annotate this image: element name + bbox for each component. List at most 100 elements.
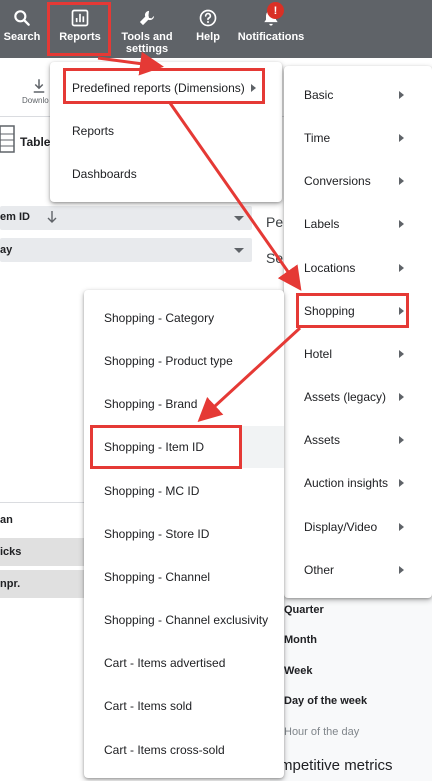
table-view-icon [0,125,15,153]
chevron-right-icon [399,566,404,574]
day-dropdown-label: ay [0,244,13,256]
category-labels[interactable]: Labels [284,209,432,239]
menu-item-label: Reports [72,124,115,138]
category-locations[interactable]: Locations [284,253,432,283]
time-month[interactable]: Month [284,634,317,646]
category-conversions[interactable]: Conversions [284,166,432,196]
search-icon [14,10,30,26]
menu-item-label: Predefined reports (Dimensions) [72,81,245,95]
dimension-categories-menu: Basic Time Conversions Labels Locations … [284,66,432,598]
menu-item-label: Locations [304,261,356,275]
category-shopping[interactable]: Shopping [284,296,432,326]
panel-heading-pe: Pe [266,214,284,230]
clicks-row-label: icks [0,546,22,558]
item-id-dropdown-caret-icon [234,216,244,221]
reports-icon [71,9,89,27]
chevron-right-icon [399,91,404,99]
chevron-right-icon [399,220,404,228]
menu-item-label: Cart - Items sold [104,699,193,713]
impressions-row-label: npr. [0,578,21,590]
shopping-channel[interactable]: Shopping - Channel [84,563,284,591]
cart-items-advertised[interactable]: Cart - Items advertised [84,649,284,677]
reports-label: Reports [59,31,101,43]
reports-menu: Predefined reports (Dimensions) Reports … [50,62,282,202]
chevron-right-icon [399,523,404,531]
notifications-button[interactable]: Notifications ! [236,0,306,58]
cart-items-cross-sold[interactable]: Cart - Items cross-sold [84,736,284,764]
sort-down-icon [47,211,57,223]
chevron-right-icon [399,177,404,185]
help-icon [199,9,217,27]
download-icon[interactable] [30,77,48,95]
menu-item-label: Shopping - Store ID [104,527,210,541]
category-basic[interactable]: Basic [284,80,432,110]
notification-badge: ! [267,2,284,19]
category-assets[interactable]: Assets [284,425,432,455]
cart-items-sold[interactable]: Cart - Items sold [84,692,284,720]
menu-item-label: Shopping [304,304,355,318]
shopping-product-type[interactable]: Shopping - Product type [84,347,284,375]
category-display-video[interactable]: Display/Video [284,512,432,542]
menu-item-label: Dashboards [72,167,137,181]
category-other[interactable]: Other [284,555,432,585]
tools-and-settings-label: Tools and settings [121,31,173,55]
search-button[interactable]: Search [0,0,44,58]
shopping-brand[interactable]: Shopping - Brand [84,390,284,418]
help-label: Help [196,31,220,43]
competitive-metrics-heading: mpetitive metrics [280,757,393,774]
menu-item-label: Assets [304,433,341,447]
time-hour-of-day[interactable]: Hour of the day [284,726,359,738]
menu-item-label: Shopping - Channel [104,570,211,584]
menu-item-predefined-reports[interactable]: Predefined reports (Dimensions) [50,74,282,102]
panel-heading-se: Se [266,250,284,266]
menu-item-reports[interactable]: Reports [50,117,282,145]
top-navigation-bar: Search Reports Tools and settings Help N… [0,0,432,58]
day-dropdown[interactable] [0,238,252,262]
category-hotel[interactable]: Hotel [284,339,432,369]
menu-item-label: Other [304,563,335,577]
menu-item-label: Labels [304,217,340,231]
menu-item-label: Shopping - MC ID [104,484,200,498]
wrench-icon [139,10,155,26]
chevron-right-icon [399,436,404,444]
menu-item-label: Shopping - Channel exclusivity [104,613,269,627]
chevron-right-icon [399,479,404,487]
category-time[interactable]: Time [284,123,432,153]
chevron-right-icon [399,134,404,142]
notifications-label: Notifications [237,31,305,43]
time-quarter[interactable]: Quarter [284,604,324,616]
chevron-right-icon [251,84,256,92]
item-id-dropdown[interactable] [0,206,252,230]
category-assets-legacy[interactable]: Assets (legacy) [284,382,432,412]
table-divider [0,502,84,503]
menu-item-label: Cart - Items advertised [104,656,226,670]
shopping-item-id[interactable]: Shopping - Item ID [84,433,284,461]
shopping-category[interactable]: Shopping - Category [84,304,284,332]
shopping-store-id[interactable]: Shopping - Store ID [84,520,284,548]
shopping-mc-id[interactable]: Shopping - MC ID [84,477,284,505]
menu-item-label: Hotel [304,347,333,361]
menu-item-label: Shopping - Category [104,311,215,325]
search-label: Search [3,31,41,43]
chevron-right-icon [399,350,404,358]
help-button[interactable]: Help [186,0,230,58]
column-an: an [0,514,13,526]
menu-item-label: Assets (legacy) [304,390,387,404]
menu-item-label: Auction insights [304,476,389,490]
tools-and-settings-button[interactable]: Tools and settings [116,0,178,58]
menu-item-label: Shopping - Product type [104,354,233,368]
category-auction-insights[interactable]: Auction insights [284,468,432,498]
menu-item-dashboards[interactable]: Dashboards [50,160,282,188]
time-week[interactable]: Week [284,665,313,677]
menu-item-label: Shopping - Item ID [104,440,205,454]
shopping-channel-exclusivity[interactable]: Shopping - Channel exclusivity [84,606,284,634]
shopping-submenu: Shopping - Category Shopping - Product t… [84,290,284,778]
menu-item-label: Time [304,131,331,145]
download-label: Downlo [22,96,49,105]
time-day-of-week[interactable]: Day of the week [284,695,367,707]
chevron-right-icon [399,307,404,315]
chevron-right-icon [399,264,404,272]
time-column-panel [270,598,432,781]
day-dropdown-caret-icon [234,248,244,253]
reports-button[interactable]: Reports [50,0,110,58]
